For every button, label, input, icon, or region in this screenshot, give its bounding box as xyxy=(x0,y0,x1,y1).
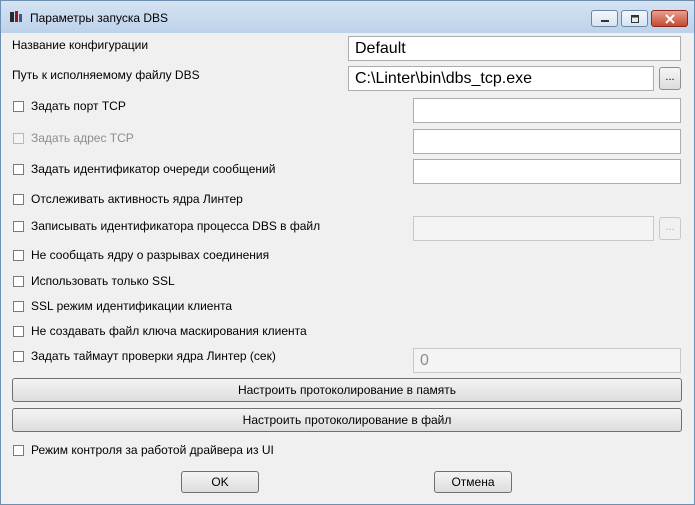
driver-ui-mode-checkbox[interactable] xyxy=(13,445,24,456)
tcp-port-checkbox[interactable] xyxy=(13,101,24,112)
pid-file-field[interactable] xyxy=(413,216,654,241)
title-bar: Параметры запуска DBS xyxy=(1,1,694,33)
no-mask-key-label: Не создавать файл ключа маскирования кли… xyxy=(31,324,307,338)
tcp-address-field[interactable] xyxy=(413,129,681,154)
maximize-button[interactable] xyxy=(621,10,648,27)
close-icon xyxy=(664,13,675,24)
exe-path-field[interactable]: C:\Linter\bin\dbs_tcp.exe xyxy=(348,66,654,91)
tcp-port-field[interactable] xyxy=(413,98,681,123)
driver-ui-mode-label: Режим контроля за работой драйвера из UI xyxy=(31,443,274,457)
dbs-app-icon xyxy=(10,11,22,22)
config-name-label: Название конфигурации xyxy=(12,38,149,52)
queue-id-label: Задать идентификатор очереди сообщений xyxy=(31,162,276,176)
tcp-port-label: Задать порт TCP xyxy=(31,99,126,113)
track-activity-label: Отслеживать активность ядра Линтер xyxy=(31,192,243,206)
tcp-address-checkbox[interactable] xyxy=(13,133,24,144)
dbs-launch-dialog: Параметры запуска DBS Название конфигура… xyxy=(0,0,695,505)
tcp-address-label: Задать адрес TCP xyxy=(31,131,134,145)
kernel-timeout-label: Задать таймаут проверки ядра Линтер (сек… xyxy=(31,349,276,363)
config-name-field[interactable]: Default xyxy=(348,36,681,61)
minimize-icon xyxy=(600,19,609,22)
dialog-body: Название конфигурации Default Путь к исп… xyxy=(1,33,694,504)
queue-id-field[interactable] xyxy=(413,159,681,184)
queue-id-checkbox[interactable] xyxy=(13,164,24,175)
maximize-icon xyxy=(630,14,639,23)
write-pid-checkbox[interactable] xyxy=(13,221,24,232)
cancel-button[interactable]: Отмена xyxy=(434,471,512,493)
no-disconnect-label: Не сообщать ядру о разрывах соединения xyxy=(31,248,270,262)
ssl-only-checkbox[interactable] xyxy=(13,276,24,287)
exe-path-label: Путь к исполняемому файлу DBS xyxy=(12,68,200,82)
ok-button[interactable]: OK xyxy=(181,471,259,493)
ssl-client-auth-checkbox[interactable] xyxy=(13,301,24,312)
browse-pid-button[interactable]: ... xyxy=(659,217,681,240)
ssl-only-label: Использовать только SSL xyxy=(31,274,175,288)
window-title: Параметры запуска DBS xyxy=(30,11,169,25)
track-activity-checkbox[interactable] xyxy=(13,194,24,205)
kernel-timeout-field[interactable]: 0 xyxy=(413,348,681,373)
ssl-client-auth-label: SSL режим идентификации клиента xyxy=(31,299,233,313)
no-mask-key-checkbox[interactable] xyxy=(13,326,24,337)
close-button[interactable] xyxy=(651,10,688,27)
kernel-timeout-checkbox[interactable] xyxy=(13,351,24,362)
write-pid-label: Записывать идентификатора процесса DBS в… xyxy=(31,219,321,233)
browse-exe-button[interactable]: ... xyxy=(659,67,681,90)
no-disconnect-checkbox[interactable] xyxy=(13,250,24,261)
log-memory-button[interactable]: Настроить протоколирование в память xyxy=(12,378,682,402)
log-file-button[interactable]: Настроить протоколирование в файл xyxy=(12,408,682,432)
minimize-button[interactable] xyxy=(591,10,618,27)
